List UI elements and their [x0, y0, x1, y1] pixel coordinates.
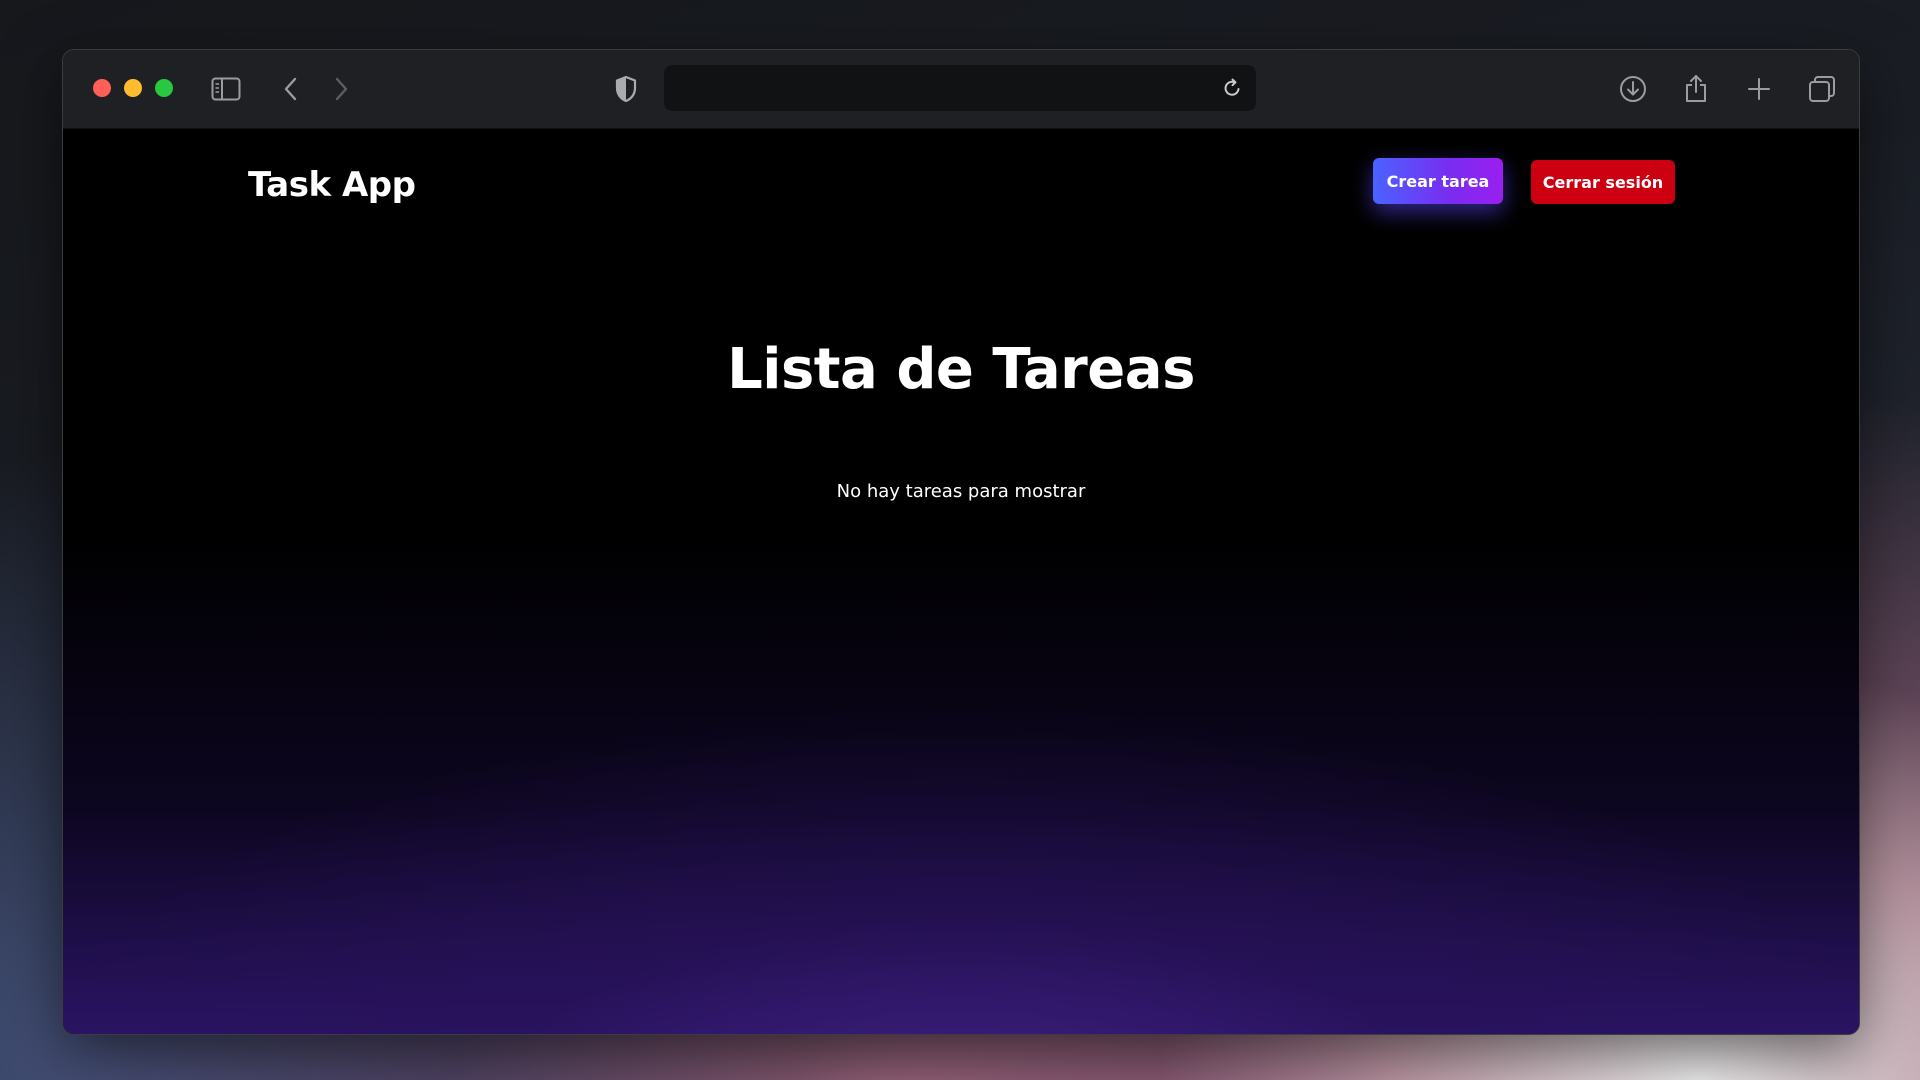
tab-overview-icon[interactable] — [1805, 72, 1839, 106]
share-icon[interactable] — [1679, 72, 1713, 106]
reload-icon[interactable] — [1216, 72, 1248, 104]
page-title: Lista de Tareas — [727, 337, 1195, 402]
address-bar[interactable] — [664, 65, 1256, 111]
address-input[interactable] — [664, 65, 1232, 111]
page-content: Task App Crear tarea Cerrar sesión Lista… — [63, 129, 1859, 1034]
close-window-button[interactable] — [93, 79, 111, 97]
chevron-right-icon[interactable] — [324, 72, 358, 106]
browser-toolbar — [63, 50, 1859, 129]
sidebar-icon[interactable] — [209, 72, 243, 106]
empty-state-message: No hay tareas para mostrar — [836, 481, 1086, 502]
chevron-left-icon[interactable] — [274, 72, 308, 106]
logout-button[interactable]: Cerrar sesión — [1531, 160, 1675, 204]
download-icon[interactable] — [1616, 72, 1650, 106]
maximize-window-button[interactable] — [155, 79, 173, 97]
plus-icon[interactable] — [1742, 72, 1776, 106]
app-brand[interactable]: Task App — [248, 165, 416, 205]
shield-icon[interactable] — [609, 72, 643, 106]
create-task-button[interactable]: Crear tarea — [1373, 158, 1503, 204]
minimize-window-button[interactable] — [124, 79, 142, 97]
browser-window: Task App Crear tarea Cerrar sesión Lista… — [62, 49, 1860, 1035]
